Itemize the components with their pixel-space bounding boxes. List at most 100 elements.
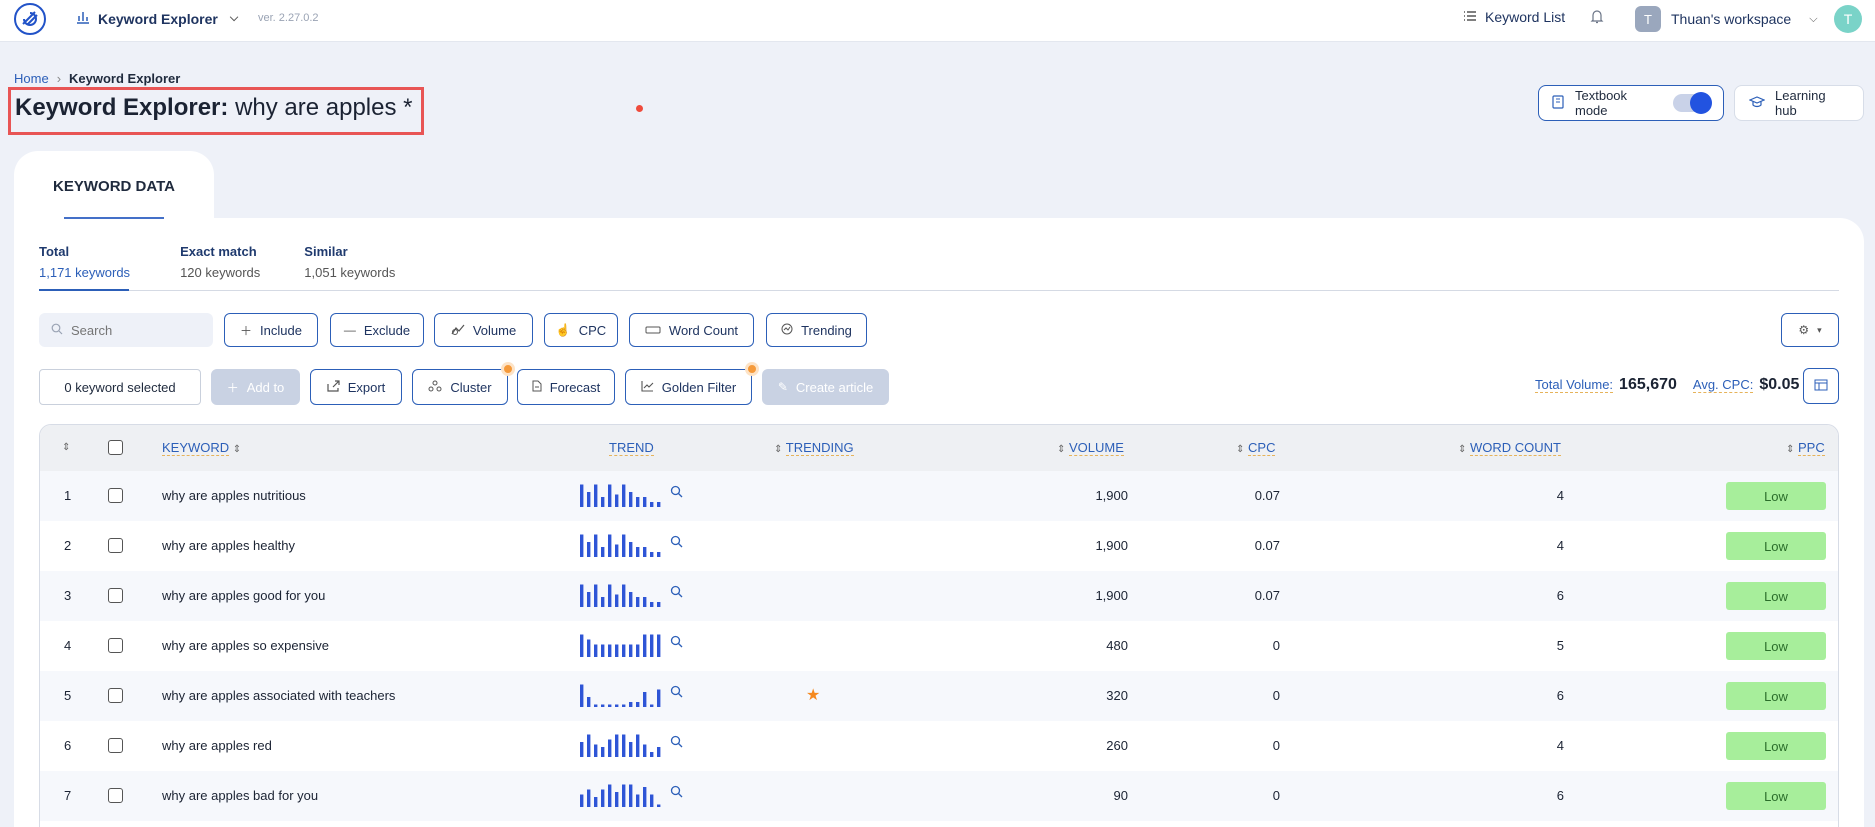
page-title-query: why are apples * <box>235 94 413 121</box>
trending-label: Trending <box>801 322 852 338</box>
book-icon <box>1551 94 1565 112</box>
column-keyword[interactable]: KEYWORD ⇕ <box>162 440 241 456</box>
cpc-label: CPC <box>578 322 607 338</box>
column-layout-button[interactable] <box>1803 368 1839 404</box>
keyword-list-link[interactable]: Keyword List <box>1463 9 1565 25</box>
subtab-count: 1,171 keywords <box>39 265 131 280</box>
trending-filter-button[interactable]: Trending <box>766 313 867 347</box>
trend-bar <box>615 792 619 807</box>
trend-bar <box>643 692 647 707</box>
breadcrumb-home[interactable]: Home <box>14 71 49 86</box>
column-trending[interactable]: ⇕ TRENDING <box>774 440 854 456</box>
search-icon[interactable] <box>670 635 683 651</box>
row-checkbox[interactable] <box>108 638 123 653</box>
trend-bar <box>601 597 605 607</box>
volume-filter-button[interactable]: Volume <box>434 313 533 347</box>
cpc-cell: 0 <box>1272 688 1280 703</box>
table-row[interactable]: 2 why are apples healthy 1,900 0.07 4 Low <box>40 521 1838 571</box>
trend-bar <box>657 502 661 507</box>
cluster-button[interactable]: Cluster <box>412 362 515 405</box>
golden-filter-button[interactable]: Golden Filter <box>625 362 759 405</box>
table-row[interactable]: 5 why are apples associated with teachers… <box>40 671 1838 721</box>
app-switcher[interactable]: Keyword Explorer ⌵ <box>76 10 238 27</box>
trend-bar <box>601 644 605 657</box>
keyword-cell[interactable]: why are apples associated with teachers <box>162 688 395 703</box>
column-cpc[interactable]: ⇕ CPC <box>1236 440 1276 456</box>
toggle-switch[interactable] <box>1673 92 1712 114</box>
search-icon[interactable] <box>670 785 683 801</box>
word-count-label: Word Count <box>668 322 739 338</box>
keyword-cell[interactable]: why are apples healthy <box>162 538 295 553</box>
forecast-button[interactable]: Forecast <box>517 369 615 405</box>
include-button[interactable]: ＋ Include <box>224 313 318 347</box>
caret-down-icon: ▾ <box>1817 324 1822 335</box>
trend-bar <box>650 502 654 507</box>
keyword-cell[interactable]: why are apples nutritious <box>162 488 306 503</box>
selected-count: 0 keyword selected <box>39 369 201 405</box>
trend-bar <box>629 784 633 807</box>
subtab-total[interactable]: Total 1,171 keywords <box>39 244 130 280</box>
trend-bar <box>580 484 584 507</box>
column-volume[interactable]: ⇕ VOLUME <box>1057 440 1124 456</box>
trend-bar <box>587 639 591 657</box>
row-checkbox[interactable] <box>108 488 123 503</box>
column-word-count[interactable]: ⇕ WORD COUNT <box>1458 440 1562 456</box>
keyword-cell[interactable]: why are apples red <box>162 738 272 753</box>
sort-icon[interactable]: ⇕ <box>62 442 70 453</box>
table-row[interactable]: 1 why are apples nutritious 1,900 0.07 4 Low <box>40 471 1838 521</box>
volume-cell: 480 <box>1106 638 1128 653</box>
table-row[interactable]: 4 why are apples so expensive 480 0 5 Low <box>40 621 1838 671</box>
golden-filter-label: Golden Filter <box>661 379 737 395</box>
column-trend: TREND <box>609 440 654 456</box>
keyword-cell[interactable]: why are apples bad for you <box>162 788 318 803</box>
bell-icon[interactable] <box>1590 9 1604 28</box>
trend-sparkline <box>580 584 661 607</box>
ppc-badge: Low <box>1726 482 1826 510</box>
search-input[interactable] <box>71 322 191 338</box>
row-checkbox[interactable] <box>108 588 123 603</box>
tab-keyword-data[interactable]: KEYWORD DATA <box>14 151 214 221</box>
keyword-cell[interactable]: why are apples good for you <box>162 588 325 603</box>
create-article-button[interactable]: ✎ Create article <box>762 369 889 405</box>
subtab-count: 120 keywords <box>180 265 261 280</box>
row-checkbox[interactable] <box>108 788 123 803</box>
subtab-similar[interactable]: Similar 1,051 keywords <box>304 244 395 280</box>
table-row[interactable]: 6 why are apples red 260 0 4 Low <box>40 721 1838 771</box>
add-to-label: Add to <box>246 379 285 395</box>
cpc-filter-button[interactable]: ☝ CPC <box>544 313 618 347</box>
export-button[interactable]: Export <box>310 369 402 405</box>
add-to-button[interactable]: ＋ Add to <box>211 369 300 405</box>
subtab-exact-match[interactable]: Exact match 120 keywords <box>180 244 260 280</box>
trend-bar <box>657 602 661 607</box>
column-ppc[interactable]: ⇕ PPC <box>1786 440 1825 456</box>
learning-hub-button[interactable]: Learning hub <box>1734 85 1864 121</box>
keyword-list-label: Keyword List <box>1485 9 1566 25</box>
trend-bar <box>587 734 591 757</box>
search-icon[interactable] <box>670 585 683 601</box>
user-avatar[interactable]: T <box>1834 5 1862 33</box>
select-all-checkbox[interactable] <box>108 440 123 455</box>
trend-bar <box>650 752 654 757</box>
settings-dropdown-button[interactable]: ⚙ ▾ <box>1781 313 1839 347</box>
search-field[interactable] <box>39 313 213 347</box>
ruler-icon <box>645 323 661 337</box>
exclude-button[interactable]: — Exclude <box>330 313 424 347</box>
search-icon[interactable] <box>670 685 683 701</box>
row-checkbox[interactable] <box>108 688 123 703</box>
word-count-filter-button[interactable]: Word Count <box>629 313 754 347</box>
row-checkbox[interactable] <box>108 538 123 553</box>
row-checkbox[interactable] <box>108 738 123 753</box>
table-row[interactable]: 3 why are apples good for you 1,900 0.07 6 Lo… <box>40 571 1838 621</box>
trend-bar <box>587 592 591 607</box>
table-row[interactable]: 7 why are apples bad for you 90 0 6 Low <box>40 771 1838 821</box>
search-icon[interactable] <box>670 485 683 501</box>
keyword-cell[interactable]: why are apples so expensive <box>162 638 329 653</box>
workspace-switcher[interactable]: T Thuan's workspace ⌵ <box>1635 6 1818 32</box>
search-icon[interactable] <box>670 535 683 551</box>
textbook-mode-toggle[interactable]: Textbook mode <box>1538 85 1724 121</box>
search-icon[interactable] <box>670 735 683 751</box>
workspace-avatar: T <box>1635 6 1661 32</box>
app-logo-icon[interactable] <box>14 3 46 35</box>
trend-bar <box>629 742 633 757</box>
word-count-cell: 6 <box>1556 588 1564 603</box>
